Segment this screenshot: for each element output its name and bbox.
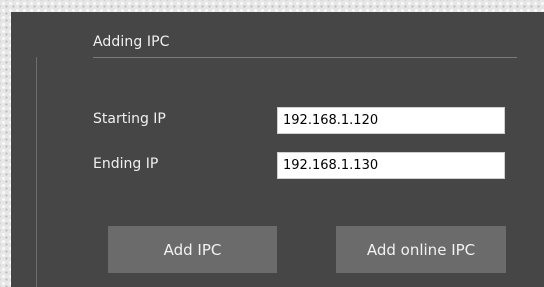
add-online-ipc-button[interactable]: Add online IPC [336, 226, 506, 273]
section-title: Adding IPC [93, 34, 170, 50]
adding-ipc-panel: Adding IPC Starting IP Ending IP Add IPC… [11, 12, 544, 287]
add-ipc-button[interactable]: Add IPC [108, 226, 277, 273]
title-divider [93, 57, 517, 58]
ending-ip-field[interactable] [277, 152, 505, 179]
starting-ip-label: Starting IP [93, 111, 166, 127]
side-divider [36, 57, 37, 287]
ending-ip-label: Ending IP [93, 156, 159, 172]
starting-ip-field[interactable] [277, 107, 505, 134]
